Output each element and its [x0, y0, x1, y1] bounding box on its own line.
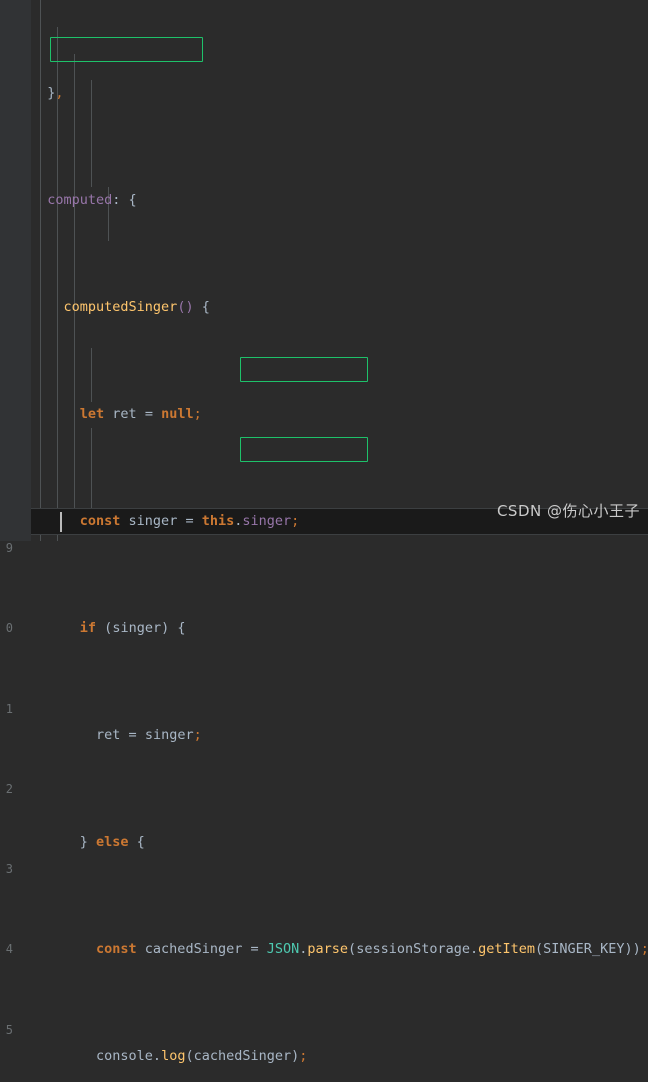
line-number: 4 [5, 942, 13, 957]
line-number: 0 [5, 621, 13, 636]
code-line[interactable]: }, [31, 80, 648, 107]
search-match-highlight [240, 437, 368, 462]
code-line[interactable]: ret = singer; [31, 722, 648, 749]
search-match-highlight [50, 37, 203, 62]
code-line[interactable]: if (singer) { [31, 615, 648, 642]
line-number: 3 [5, 862, 13, 876]
watermark-text: CSDN @伤心小王子 [496, 502, 640, 520]
search-match-highlight [240, 357, 368, 382]
editor-gutter[interactable] [0, 0, 31, 541]
code-line[interactable]: console.log(cachedSinger); [31, 1043, 648, 1070]
code-line[interactable]: } else { [31, 829, 648, 856]
code-line[interactable]: const cachedSinger = JSON.parse(sessionS… [31, 936, 648, 963]
code-line[interactable]: let ret = null; [31, 401, 648, 428]
code-line[interactable]: computedSinger() { [31, 294, 648, 321]
code-line[interactable]: computed: { [31, 187, 648, 214]
line-number: 5 [5, 1022, 13, 1037]
line-number: 2 [5, 781, 13, 796]
text-caret [60, 512, 62, 532]
line-number: 1 [5, 701, 13, 716]
code-editor[interactable]: }, computed: { computedSinger() { let re… [0, 0, 648, 1064]
